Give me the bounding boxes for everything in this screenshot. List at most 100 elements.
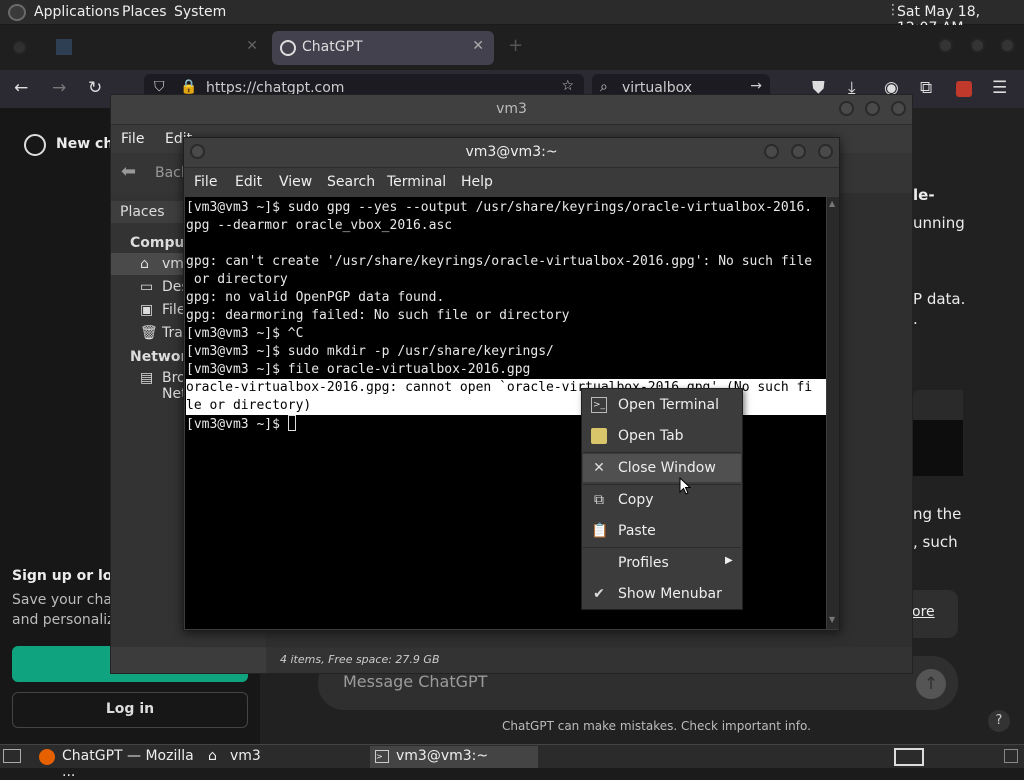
tab-label bbox=[92, 39, 96, 55]
terminal-scrollbar[interactable]: ▲ ▼ bbox=[827, 197, 839, 629]
text-fragment: unning bbox=[913, 214, 965, 232]
taskbar-item-terminal[interactable]: > vm3@vm3:~ bbox=[370, 746, 538, 768]
terminal-menubar: File Edit View Search Terminal Help bbox=[184, 168, 839, 196]
menu-item-profiles[interactable]: Profiles ▶ bbox=[583, 549, 741, 577]
ublock-icon[interactable] bbox=[956, 81, 972, 97]
tab-close-icon[interactable]: ✕ bbox=[246, 38, 258, 54]
trash-applet-icon[interactable] bbox=[1004, 749, 1018, 763]
menu-view[interactable]: View bbox=[279, 174, 312, 190]
disclaimer: ChatGPT can make mistakes. Check importa… bbox=[502, 719, 811, 733]
browser-tab-bar: ✕ ChatGPT ✕ + bbox=[0, 25, 1024, 70]
lock-icon: 🔒 bbox=[180, 79, 198, 95]
menu-item-close-window[interactable]: ✕ Close Window bbox=[583, 454, 741, 482]
places-menu[interactable]: Places bbox=[122, 4, 167, 20]
copy-icon: ⧉ bbox=[594, 492, 604, 508]
terminal-line: [vm3@vm3 ~]$ sudo mkdir -p /usr/share/ke… bbox=[186, 344, 554, 359]
minimize-icon[interactable] bbox=[938, 38, 953, 53]
back-icon[interactable]: ← bbox=[14, 78, 28, 98]
menu-item-label: Close Window bbox=[618, 460, 716, 476]
learn-more-link[interactable]: ore bbox=[912, 604, 935, 620]
login-button-label: Log in bbox=[105, 701, 155, 717]
system-menu[interactable]: System bbox=[174, 4, 226, 20]
taskbar-item-label: vm3@vm3:~ bbox=[396, 748, 489, 764]
menu-file[interactable]: File bbox=[121, 131, 144, 147]
scroll-up-icon[interactable]: ▲ bbox=[829, 199, 835, 208]
maximize-icon[interactable] bbox=[791, 144, 806, 159]
text-fragment: ng the bbox=[913, 505, 962, 523]
menu-item-label: Open Tab bbox=[618, 428, 684, 444]
menu-icon[interactable]: ☰ bbox=[992, 78, 1007, 98]
terminal-line: or directory bbox=[186, 272, 288, 287]
text-fragment: , such bbox=[913, 533, 958, 551]
workspace-switcher-icon[interactable] bbox=[894, 748, 924, 766]
reload-icon[interactable]: ↻ bbox=[88, 78, 102, 98]
terminal-icon: > bbox=[375, 750, 389, 763]
message-placeholder: Message ChatGPT bbox=[343, 672, 488, 691]
close-icon[interactable] bbox=[818, 144, 833, 159]
menu-file[interactable]: File bbox=[194, 174, 217, 190]
menu-item-label: Show Menubar bbox=[618, 586, 722, 602]
applications-menu-icon[interactable] bbox=[8, 4, 26, 21]
firefox-icon bbox=[39, 749, 55, 765]
text-fragment: le- bbox=[913, 186, 935, 204]
menu-item-show-menubar[interactable]: ✔ Show Menubar bbox=[583, 580, 741, 608]
status-bar: 4 items, Free space: 27.9 GB bbox=[266, 647, 912, 673]
window-title: vm3@vm3:~ bbox=[465, 144, 558, 160]
forward-icon[interactable]: → bbox=[52, 78, 66, 98]
terminal-prompt: [vm3@vm3 ~]$ bbox=[186, 417, 288, 432]
menu-search[interactable]: Search bbox=[327, 174, 375, 190]
tab-other[interactable]: ✕ bbox=[46, 31, 268, 65]
minimize-icon[interactable] bbox=[764, 144, 779, 159]
maximize-icon[interactable] bbox=[970, 38, 985, 53]
tab-favicon-icon bbox=[56, 39, 72, 55]
taskbar-item-vm3[interactable]: ⌂ vm3 bbox=[204, 746, 364, 768]
window-titlebar[interactable]: vm3@vm3:~ bbox=[184, 138, 839, 168]
menu-separator bbox=[583, 452, 741, 453]
taskbar-item-firefox[interactable]: ChatGPT — Mozilla ... bbox=[36, 746, 202, 780]
search-go-icon[interactable]: → bbox=[750, 78, 762, 94]
back-arrow-icon[interactable]: ⬅ bbox=[121, 161, 136, 182]
window-titlebar[interactable]: vm3 bbox=[111, 95, 912, 125]
login-button[interactable]: Log in bbox=[12, 692, 248, 728]
terminal-line: [vm3@vm3 ~]$ ^C bbox=[186, 326, 304, 341]
help-icon[interactable]: ? bbox=[988, 710, 1010, 732]
close-icon[interactable] bbox=[891, 101, 906, 116]
menu-item-open-terminal[interactable]: >_ Open Terminal bbox=[583, 391, 741, 419]
menu-separator bbox=[583, 547, 741, 548]
extensions-icon[interactable]: ⧉ bbox=[920, 78, 932, 98]
menu-edit[interactable]: Edit bbox=[235, 174, 262, 190]
window-menu-icon[interactable] bbox=[190, 144, 205, 159]
bookmark-star-icon[interactable]: ☆ bbox=[561, 78, 574, 94]
menu-help[interactable]: Help bbox=[461, 174, 493, 190]
context-menu: >_ Open Terminal Open Tab ✕ Close Window… bbox=[581, 388, 743, 610]
paste-icon: 📋 bbox=[591, 523, 609, 539]
submenu-arrow-icon: ▶ bbox=[725, 555, 733, 566]
menu-item-label: Open Terminal bbox=[618, 397, 720, 413]
taskbar: ChatGPT — Mozilla ... ⌂ vm3 > vm3@vm3:~ bbox=[0, 744, 1024, 780]
firefox-view-icon[interactable] bbox=[12, 40, 27, 55]
terminal-line: gpg: no valid OpenPGP data found. bbox=[186, 290, 445, 305]
tab-label: ChatGPT bbox=[302, 39, 363, 55]
menu-terminal[interactable]: Terminal bbox=[387, 174, 446, 190]
applications-menu[interactable]: Applications bbox=[34, 4, 120, 20]
terminal-cursor bbox=[287, 415, 296, 431]
minimize-icon[interactable] bbox=[839, 101, 854, 116]
search-icon: ⌕ bbox=[600, 79, 608, 95]
maximize-icon[interactable] bbox=[865, 101, 880, 116]
home-icon: ⌂ bbox=[140, 256, 149, 272]
scroll-down-icon[interactable]: ▼ bbox=[829, 615, 835, 624]
send-arrow-icon[interactable]: ↑ bbox=[916, 669, 946, 699]
show-desktop-icon[interactable] bbox=[3, 749, 21, 763]
new-tab-icon[interactable]: + bbox=[508, 35, 523, 56]
close-icon[interactable] bbox=[1000, 38, 1015, 53]
shield-icon: ⛉ bbox=[154, 79, 165, 95]
text-fragment: P data. bbox=[913, 290, 966, 308]
tab-close-icon[interactable]: ✕ bbox=[472, 38, 484, 54]
menu-item-paste[interactable]: 📋 Paste bbox=[583, 517, 741, 545]
menu-item-open-tab[interactable]: Open Tab bbox=[583, 422, 741, 450]
tab-chatgpt[interactable]: ChatGPT ✕ bbox=[272, 31, 494, 65]
text-fragment: . bbox=[913, 310, 918, 328]
folder-icon bbox=[591, 428, 607, 444]
menu-item-copy[interactable]: ⧉ Copy bbox=[583, 486, 741, 514]
